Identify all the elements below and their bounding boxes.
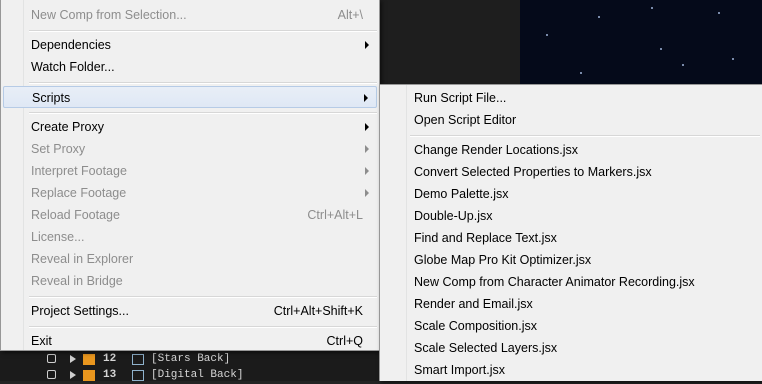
- menu-item-script[interactable]: New Comp from Character Animator Recordi…: [382, 271, 760, 293]
- menu-separator: [29, 326, 377, 328]
- menu-item-script[interactable]: Find and Replace Text.jsx: [382, 227, 760, 249]
- submenu-arrow-icon: [365, 41, 369, 49]
- menu-item-label: Change Render Locations.jsx: [414, 143, 578, 157]
- menu-item-reload-footage[interactable]: Reload Footage Ctrl+Alt+L: [3, 204, 377, 226]
- expand-triangle-icon[interactable]: [70, 355, 76, 363]
- menu-item-label: Replace Footage: [31, 186, 127, 200]
- menu-item-script[interactable]: Globe Map Pro Kit Optimizer.jsx: [382, 249, 760, 271]
- menu-item-scripts[interactable]: Scripts: [3, 86, 377, 108]
- lock-icon[interactable]: [47, 370, 56, 379]
- menu-item-label: Reveal in Bridge: [31, 274, 123, 288]
- menu-item-label: Reveal in Explorer: [31, 252, 134, 266]
- submenu-arrow-icon: [364, 94, 368, 102]
- menu-item-shortcut: Ctrl+Alt+L: [307, 208, 363, 222]
- panel-background: [378, 0, 520, 84]
- submenu-arrow-icon: [365, 145, 369, 153]
- menu-item-label: Run Script File...: [414, 91, 507, 105]
- menu-item-label: Smart Import.jsx: [414, 363, 505, 377]
- menu-item-exit[interactable]: Exit Ctrl+Q: [3, 330, 377, 352]
- menu-item-label: Interpret Footage: [31, 164, 127, 178]
- star-dot: [598, 16, 600, 18]
- menu-item-label: Project Settings...: [31, 304, 129, 318]
- label-color-swatch[interactable]: [83, 370, 95, 381]
- expand-triangle-icon[interactable]: [70, 371, 76, 379]
- menu-item-label: Scale Composition.jsx: [414, 319, 537, 333]
- menu-separator: [29, 296, 377, 298]
- menu-item-label: License...: [31, 230, 85, 244]
- menu-item-label: Exit: [31, 334, 52, 348]
- menu-item-shortcut: Ctrl+Alt+Shift+K: [273, 304, 363, 318]
- star-dot: [718, 12, 720, 14]
- menu-item-replace-footage[interactable]: Replace Footage: [3, 182, 377, 204]
- menu-item-label: Create Proxy: [31, 120, 104, 134]
- submenu-arrow-icon: [365, 167, 369, 175]
- menu-item-label: New Comp from Selection...: [31, 8, 187, 22]
- menu-separator: [29, 30, 377, 32]
- menu-item-label: Watch Folder...: [31, 60, 115, 74]
- menu-item-script[interactable]: Convert Selected Properties to Markers.j…: [382, 161, 760, 183]
- menu-item-dependencies[interactable]: Dependencies: [3, 34, 377, 56]
- menu-item-label: Globe Map Pro Kit Optimizer.jsx: [414, 253, 592, 267]
- lock-icon[interactable]: [47, 354, 56, 363]
- star-dot: [580, 72, 582, 74]
- submenu-arrow-icon: [365, 123, 369, 131]
- layer-name[interactable]: [Digital Back]: [151, 369, 243, 381]
- menu-separator: [29, 82, 377, 84]
- menu-item-new-comp-from-selection[interactable]: New Comp from Selection... Alt+\: [3, 4, 377, 26]
- timeline-layer-row[interactable]: 13 [Digital Back]: [0, 369, 380, 384]
- menu-item-label: Demo Palette.jsx: [414, 187, 509, 201]
- composition-icon: [132, 354, 144, 365]
- timeline-layer-row[interactable]: 12 [Stars Back]: [0, 353, 380, 368]
- menu-item-script[interactable]: Scale Selected Layers.jsx: [382, 337, 760, 359]
- star-dot: [732, 58, 734, 60]
- menu-item-label: Double-Up.jsx: [414, 209, 493, 223]
- menu-item-open-script-editor[interactable]: Open Script Editor: [382, 109, 760, 131]
- star-dot: [660, 48, 662, 50]
- menu-separator: [29, 112, 377, 114]
- composition-viewer[interactable]: [520, 0, 762, 84]
- menu-item-script[interactable]: Smart Import.jsx: [382, 359, 760, 381]
- menu-item-set-proxy[interactable]: Set Proxy: [3, 138, 377, 160]
- menu-item-script[interactable]: Scale Composition.jsx: [382, 315, 760, 337]
- menu-item-label: Convert Selected Properties to Markers.j…: [414, 165, 652, 179]
- menu-item-label: Reload Footage: [31, 208, 120, 222]
- menu-separator: [410, 135, 760, 137]
- menu-item-shortcut: Alt+\: [337, 8, 363, 22]
- menu-item-label: Set Proxy: [31, 142, 86, 156]
- menu-item-script[interactable]: Render and Email.jsx: [382, 293, 760, 315]
- menu-item-project-settings[interactable]: Project Settings... Ctrl+Alt+Shift+K: [3, 300, 377, 322]
- menu-item-create-proxy[interactable]: Create Proxy: [3, 116, 377, 138]
- menu-item-license[interactable]: License...: [3, 226, 377, 248]
- star-dot: [682, 64, 684, 66]
- menu-item-run-script-file[interactable]: Run Script File...: [382, 87, 760, 109]
- scripts-submenu: Run Script File... Open Script Editor Ch…: [379, 84, 762, 381]
- menu-item-reveal-in-explorer[interactable]: Reveal in Explorer: [3, 248, 377, 270]
- layer-number: 13: [103, 369, 117, 381]
- menu-item-label: Scripts: [32, 91, 71, 105]
- menu-item-script[interactable]: Double-Up.jsx: [382, 205, 760, 227]
- composition-icon: [132, 370, 144, 381]
- layer-name[interactable]: [Stars Back]: [151, 353, 230, 365]
- menu-item-label: Render and Email.jsx: [414, 297, 533, 311]
- star-dot: [546, 34, 548, 36]
- file-menu: New Comp from Selection... Alt+\ Depende…: [0, 0, 380, 351]
- menu-item-label: New Comp from Character Animator Recordi…: [414, 275, 695, 289]
- menu-item-reveal-in-bridge[interactable]: Reveal in Bridge: [3, 270, 377, 292]
- menu-item-shortcut: Ctrl+Q: [326, 334, 363, 348]
- menu-item-label: Scale Selected Layers.jsx: [414, 341, 558, 355]
- menu-item-script[interactable]: Change Render Locations.jsx: [382, 139, 760, 161]
- menu-item-label: Dependencies: [31, 38, 111, 52]
- menu-item-label: Find and Replace Text.jsx: [414, 231, 557, 245]
- layer-number: 12: [103, 353, 117, 365]
- menu-item-watch-folder[interactable]: Watch Folder...: [3, 56, 377, 78]
- star-dot: [651, 7, 653, 9]
- menu-item-script[interactable]: Demo Palette.jsx: [382, 183, 760, 205]
- label-color-swatch[interactable]: [83, 354, 95, 365]
- submenu-arrow-icon: [365, 189, 369, 197]
- menu-item-label: Open Script Editor: [414, 113, 517, 127]
- menu-item-interpret-footage[interactable]: Interpret Footage: [3, 160, 377, 182]
